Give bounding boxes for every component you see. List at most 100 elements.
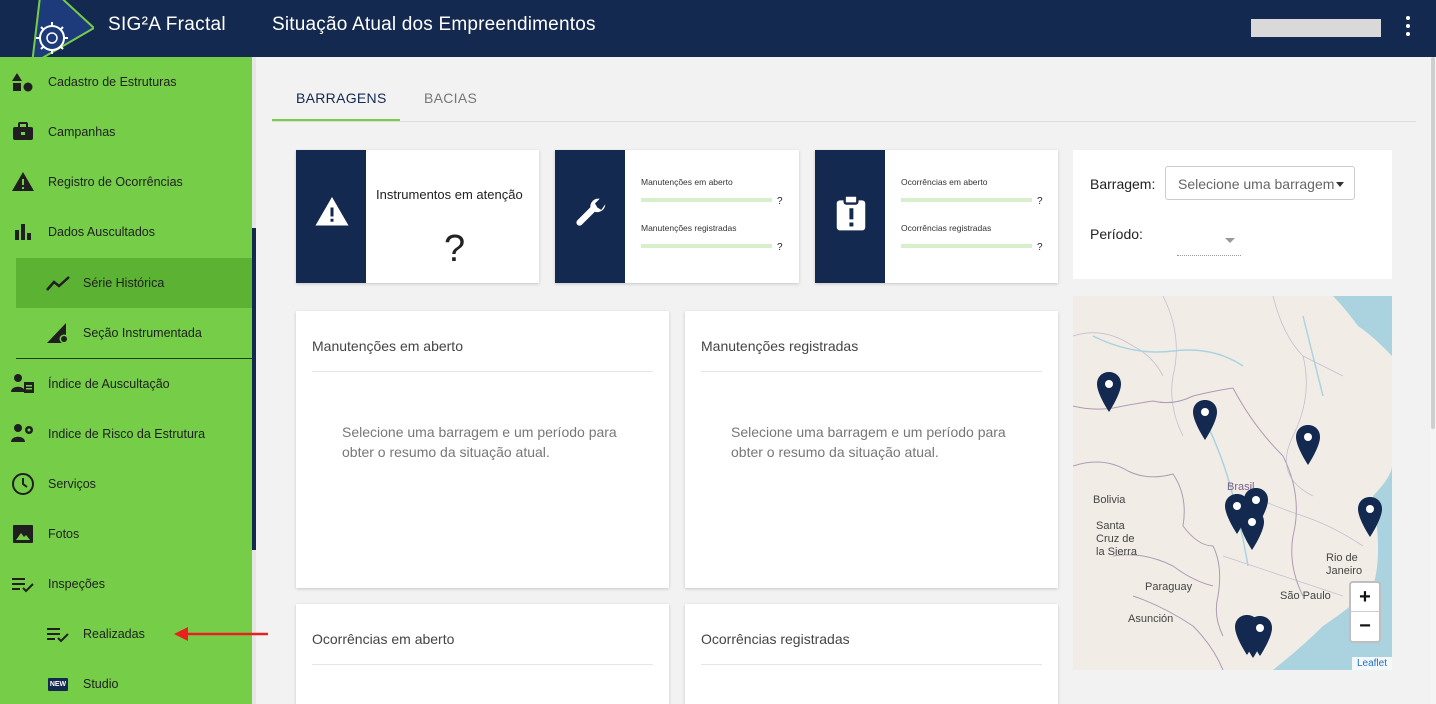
occurrences-open-bar [901, 198, 1032, 202]
maintenance-registered-bar [641, 244, 772, 248]
sidebar-item-label: Seção Instrumentada [83, 326, 202, 340]
person-gear-icon [11, 424, 33, 442]
stat-title: Instrumentos em atenção [376, 187, 523, 202]
map-label-sao-paulo: São Paulo [1280, 590, 1331, 602]
map-marker-icon[interactable] [1358, 497, 1382, 537]
map-label-asuncion: Asunción [1128, 613, 1174, 625]
panel-divider [312, 664, 653, 665]
sidebar-item-indice-auscultacao[interactable]: Índice de Auscultação [0, 359, 252, 409]
filters-panel: Barragem: Selecione uma barragem Período… [1073, 150, 1392, 279]
occurrences-registered-label: Ocorrências registradas [901, 223, 992, 233]
occurrences-open-label: Ocorrências em aberto [901, 177, 988, 187]
sidebar-item-cadastro-estruturas[interactable]: Cadastro de Estruturas [0, 57, 252, 107]
panel-message: Selecione uma barragem e um período para… [731, 424, 1006, 460]
top-app-bar: SIG²A Fractal Situação Atual dos Empreen… [0, 0, 1436, 64]
page-scrollbar-track [1430, 57, 1436, 704]
sidebar-item-label: Registro de Ocorrências [48, 175, 183, 189]
person-list-icon [11, 374, 34, 393]
panel-occurrences-open: Ocorrências em aberto [296, 604, 669, 704]
map-attribution-link[interactable]: Leaflet [1351, 657, 1392, 670]
dam-label: Barragem: [1090, 176, 1156, 192]
map-label-rio: Rio de Janeiro [1326, 552, 1363, 577]
sidebar-item-registro-ocorrencias[interactable]: Registro de Ocorrências [0, 157, 252, 207]
period-select[interactable] [1177, 230, 1241, 256]
sidebar-item-label: Dados Auscultados [48, 225, 156, 239]
map-marker-icon[interactable] [1248, 616, 1272, 656]
sidebar: Cadastro de Estruturas Campanhas Registr… [0, 57, 252, 704]
tab-bacias[interactable]: BACIAS [424, 90, 477, 106]
map-marker-icon[interactable] [1097, 372, 1121, 412]
sidebar-item-studio[interactable]: NEW Studio [0, 659, 252, 704]
checklist-icon [12, 578, 34, 593]
trend-line-icon [46, 276, 70, 291]
page-title: Situação Atual dos Empreendimentos [272, 14, 596, 35]
sidebar-item-campanhas[interactable]: Campanhas [0, 107, 252, 157]
stat-card-instruments: Instrumentos em atenção ? [296, 150, 539, 283]
sidebar-item-dados-auscultados[interactable]: Dados Auscultados [0, 207, 252, 257]
caret-down-icon [1336, 182, 1344, 187]
stat-value: ? [444, 228, 466, 270]
shapes-icon [12, 73, 33, 92]
sidebar-item-label: Índice de Auscultação [48, 377, 170, 391]
map-label-santa-cruz: Santa Cruz de la Sierra [1096, 520, 1137, 558]
panel-title: Manutenções em aberto [312, 338, 463, 354]
panel-occurrences-registered: Ocorrências registradas [685, 604, 1058, 704]
maintenance-open-label: Manutenções em aberto [641, 177, 733, 187]
panel-divider [701, 664, 1042, 665]
briefcase-icon [13, 122, 33, 140]
photo-icon [13, 525, 33, 543]
map-marker-icon[interactable] [1240, 510, 1264, 550]
sidebar-item-label: Cadastro de Estruturas [48, 75, 177, 89]
panel-title: Ocorrências em aberto [312, 631, 455, 647]
annotation-arrow [174, 627, 268, 641]
map-view[interactable]: Brasil Bolivia Santa Cruz de la Sierra R… [1073, 296, 1392, 670]
warning-icon [315, 197, 349, 226]
sidebar-item-indice-risco[interactable]: Indice de Risco da Estrutura [0, 409, 252, 459]
zoom-in-button[interactable]: + [1351, 583, 1379, 612]
dam-select[interactable]: Selecione uma barragem [1165, 166, 1355, 200]
user-name-redacted[interactable] [1251, 19, 1381, 37]
tab-bar: BARRAGENS BACIAS [272, 80, 1416, 122]
occurrences-registered-bar [901, 244, 1032, 248]
sidebar-item-label: Inspeções [48, 577, 105, 591]
app-logo[interactable] [8, 0, 94, 64]
sidebar-item-label: Fotos [48, 527, 80, 541]
map-zoom-control: + − [1349, 581, 1381, 643]
panel-maintenance-open: Manutenções em aberto Selecione uma barr… [296, 311, 669, 588]
sidebar-scrollbar-thumb[interactable] [252, 228, 256, 550]
sidebar-item-fotos[interactable]: Fotos [0, 509, 252, 559]
sidebar-item-label: Serviços [48, 477, 96, 491]
zoom-out-button[interactable]: − [1351, 612, 1379, 641]
app-name: SIG²A Fractal [108, 14, 226, 35]
tab-barragens[interactable]: BARRAGENS [296, 90, 387, 106]
stat-card-maintenance: Manutenções em aberto ? Manutenções regi… [555, 150, 799, 283]
sidebar-item-secao-instrumentada[interactable]: Seção Instrumentada [0, 308, 252, 358]
sidebar-item-label: Studio [83, 677, 119, 691]
warning-icon [12, 172, 34, 191]
sidebar-item-serie-historica[interactable]: Série Histórica [16, 258, 252, 308]
caret-down-icon [1225, 238, 1235, 243]
map-marker-icon[interactable] [1193, 400, 1217, 440]
maintenance-open-bar [641, 198, 772, 202]
maintenance-registered-value: ? [777, 242, 783, 253]
sidebar-item-servicos[interactable]: Serviços [0, 459, 252, 509]
panel-divider [312, 371, 653, 372]
map-label-paraguay: Paraguay [1145, 581, 1193, 593]
sidebar-item-label: Indice de Risco da Estrutura [48, 427, 206, 441]
triangle-gear-icon [47, 323, 69, 344]
bar-chart-icon [15, 224, 31, 240]
panel-divider [701, 371, 1042, 372]
sidebar-item-inspecoes[interactable]: Inspeções [0, 559, 252, 609]
dam-select-value: Selecione uma barragem [1178, 176, 1335, 192]
more-vert-icon[interactable] [1398, 14, 1418, 38]
map-marker-icon[interactable] [1296, 425, 1320, 465]
new-badge-icon: NEW [48, 678, 68, 691]
stat-card-occurrences: Ocorrências em aberto ? Ocorrências regi… [815, 150, 1058, 283]
panel-title: Manutenções registradas [701, 338, 859, 354]
checklist-icon [47, 628, 69, 643]
maintenance-open-value: ? [777, 196, 783, 207]
panel-title: Ocorrências registradas [701, 631, 850, 647]
sidebar-item-label: Série Histórica [83, 276, 165, 290]
page-scrollbar-thumb[interactable] [1431, 57, 1435, 429]
panel-maintenance-registered: Manutenções registradas Selecione uma ba… [685, 311, 1058, 588]
